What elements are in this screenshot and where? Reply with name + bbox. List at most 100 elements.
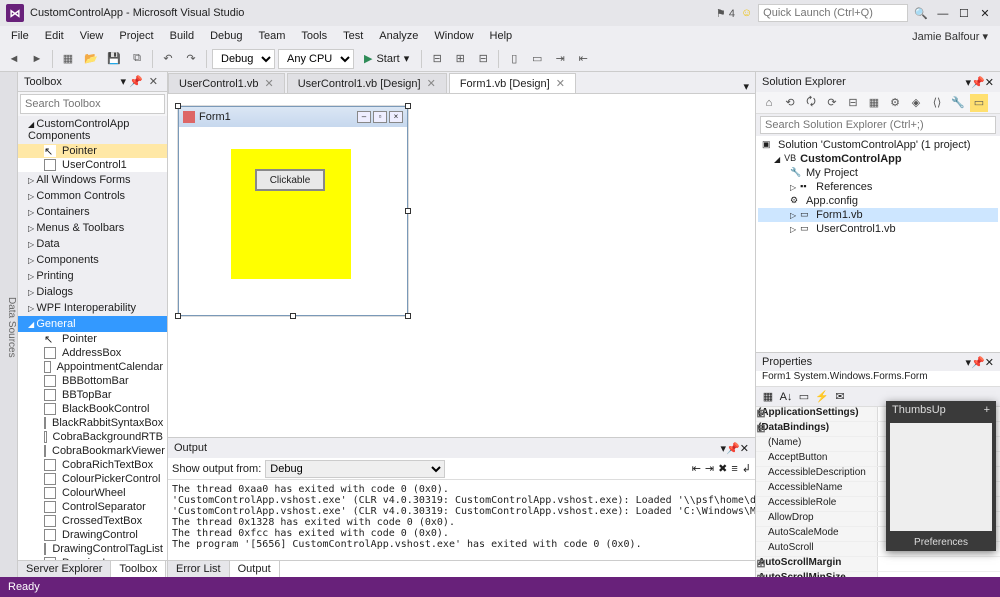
props-pages-icon[interactable]: ▭ xyxy=(796,389,812,405)
popup-footer[interactable]: Preferences xyxy=(886,535,996,551)
se-code-icon[interactable]: ⟨⟩ xyxy=(928,94,946,112)
toolbox-item[interactable]: CobraBackgroundRTB xyxy=(18,430,167,444)
layout-icon[interactable]: ⇤ xyxy=(573,49,593,69)
se-search-input[interactable] xyxy=(760,116,996,134)
clickable-button[interactable]: Clickable xyxy=(255,169,325,191)
toolbox-category[interactable]: Printing xyxy=(18,268,167,284)
toolbox-category[interactable]: Data xyxy=(18,236,167,252)
property-row[interactable]: ⊞AutoScrollMargin xyxy=(756,557,1000,572)
toolbox-item[interactable]: ColourPickerControl xyxy=(18,472,167,486)
output-text[interactable]: The thread 0xaa0 has exited with code 0 … xyxy=(168,480,755,560)
thumbsup-popup[interactable]: ThumbsUp+ Preferences xyxy=(886,401,996,551)
menu-window[interactable]: Window xyxy=(427,28,480,44)
menu-tools[interactable]: Tools xyxy=(294,28,334,44)
se-node[interactable]: ▷▪▪References xyxy=(758,180,998,194)
close-icon[interactable]: ✕ xyxy=(427,77,436,90)
property-row[interactable]: ⊞AutoScrollMinSize xyxy=(756,572,1000,577)
menu-edit[interactable]: Edit xyxy=(38,28,71,44)
maximize-button[interactable]: ☐ xyxy=(955,7,973,20)
se-node[interactable]: ▣Solution 'CustomControlApp' (1 project) xyxy=(758,138,998,152)
toolbox-category[interactable]: Containers xyxy=(18,204,167,220)
toolbox-item[interactable]: ControlSeparator xyxy=(18,500,167,514)
se-refresh-icon[interactable]: ⟳ xyxy=(823,94,841,112)
menu-team[interactable]: Team xyxy=(252,28,293,44)
pin-icon[interactable]: 📌 xyxy=(971,76,985,89)
se-node[interactable]: 🔧My Project xyxy=(758,166,998,180)
menu-debug[interactable]: Debug xyxy=(203,28,249,44)
close-icon[interactable]: ✕ xyxy=(146,75,161,88)
form-designer[interactable]: Form1 – ▫ × Clickable xyxy=(168,94,755,437)
save-all-button[interactable]: ⧉ xyxy=(127,49,147,69)
config-combo[interactable]: Debug xyxy=(212,49,275,69)
output-btn[interactable]: ≡ xyxy=(731,463,737,475)
se-folder-icon[interactable]: ▭ xyxy=(970,94,988,112)
se-home-icon[interactable]: ⌂ xyxy=(760,94,778,112)
output-btn[interactable]: ⇥ xyxy=(705,462,714,475)
toolbox-category[interactable]: Components xyxy=(18,252,167,268)
expand-icon[interactable]: ▷ xyxy=(790,211,796,220)
nav-back-button[interactable]: ◄ xyxy=(4,49,24,69)
toolbox-item[interactable]: AddressBox xyxy=(18,346,167,360)
output-btn[interactable]: ↲ xyxy=(742,462,751,475)
toolbox-item[interactable]: CrossedTextBox xyxy=(18,514,167,528)
quick-launch-input[interactable] xyxy=(758,4,908,22)
se-props-icon[interactable]: ⚙ xyxy=(886,94,904,112)
layout-icon[interactable]: ▯ xyxy=(504,49,524,69)
output-bottom-tab[interactable]: Output xyxy=(230,561,280,577)
expand-icon[interactable]: ▷ xyxy=(790,225,796,234)
se-collapse-icon[interactable]: ⊟ xyxy=(844,94,862,112)
props-cat-icon[interactable]: ▦ xyxy=(760,389,776,405)
close-icon[interactable]: ✕ xyxy=(985,76,994,89)
toolbox-item[interactable]: DrawingControl xyxy=(18,528,167,542)
close-icon[interactable]: ✕ xyxy=(985,356,994,369)
toolbox-item[interactable]: ↖Pointer xyxy=(18,332,167,346)
se-back-icon[interactable]: ⟲ xyxy=(781,94,799,112)
toolbox-item[interactable]: ↖Pointer xyxy=(18,144,167,158)
se-node[interactable]: ◢VBCustomControlApp xyxy=(758,152,998,166)
menu-help[interactable]: Help xyxy=(483,28,520,44)
bottom-tab[interactable]: Server Explorer xyxy=(18,561,111,577)
redo-button[interactable]: ↷ xyxy=(181,49,201,69)
props-msg-icon[interactable]: ✉ xyxy=(832,389,848,405)
user-menu[interactable]: Jamie Balfour ▾ xyxy=(912,30,996,43)
se-sync-icon[interactable]: 🗘 xyxy=(802,94,820,112)
toolbox-tree[interactable]: CustomControlApp Components↖PointerUserC… xyxy=(18,116,167,560)
open-file-button[interactable]: 📂 xyxy=(81,49,101,69)
props-az-icon[interactable]: A↓ xyxy=(778,389,794,405)
toolbox-category[interactable]: Menus & Toolbars xyxy=(18,220,167,236)
feedback-icon[interactable]: ☺ xyxy=(741,7,752,19)
doc-tab[interactable]: Form1.vb [Design]✕ xyxy=(449,73,576,93)
doc-tab[interactable]: UserControl1.vb✕ xyxy=(168,73,285,93)
se-showall-icon[interactable]: ▦ xyxy=(865,94,883,112)
toolbox-category[interactable]: CustomControlApp Components xyxy=(18,116,167,144)
nav-fwd-button[interactable]: ► xyxy=(27,49,47,69)
undo-button[interactable]: ↶ xyxy=(158,49,178,69)
property-value[interactable] xyxy=(878,572,1000,577)
toolbox-category[interactable]: Common Controls xyxy=(18,188,167,204)
toolbox-item[interactable]: CobraRichTextBox xyxy=(18,458,167,472)
form-window[interactable]: Form1 – ▫ × Clickable xyxy=(178,106,408,316)
menu-analyze[interactable]: Analyze xyxy=(372,28,425,44)
toolbox-category[interactable]: WPF Interoperability xyxy=(18,300,167,316)
platform-combo[interactable]: Any CPU xyxy=(278,49,354,69)
pin-icon[interactable]: 📌 xyxy=(971,356,985,369)
se-tree[interactable]: ▣Solution 'CustomControlApp' (1 project)… xyxy=(756,136,1000,352)
tab-overflow-icon[interactable]: ▾ xyxy=(737,80,755,93)
toolbox-item[interactable]: UserControl1 xyxy=(18,158,167,172)
layout-icon[interactable]: ⇥ xyxy=(550,49,570,69)
expand-icon[interactable]: ▷ xyxy=(790,183,796,192)
property-value[interactable] xyxy=(878,557,1000,571)
toolbox-search-input[interactable] xyxy=(20,94,165,114)
align-center-icon[interactable]: ⊞ xyxy=(450,49,470,69)
new-project-button[interactable]: ▦ xyxy=(58,49,78,69)
close-button[interactable]: ✕ xyxy=(976,7,994,20)
minimize-button[interactable]: — xyxy=(934,8,952,20)
close-icon[interactable]: ✕ xyxy=(264,77,273,90)
doc-tab[interactable]: UserControl1.vb [Design]✕ xyxy=(287,73,447,93)
toolbox-item[interactable]: BlackBookControl xyxy=(18,402,167,416)
toolbox-category[interactable]: Dialogs xyxy=(18,284,167,300)
toolbox-item[interactable]: DrawingControlTagList xyxy=(18,542,167,556)
align-left-icon[interactable]: ⊟ xyxy=(427,49,447,69)
menu-project[interactable]: Project xyxy=(112,28,160,44)
toolbox-item[interactable]: BlackRabbitSyntaxBox xyxy=(18,416,167,430)
